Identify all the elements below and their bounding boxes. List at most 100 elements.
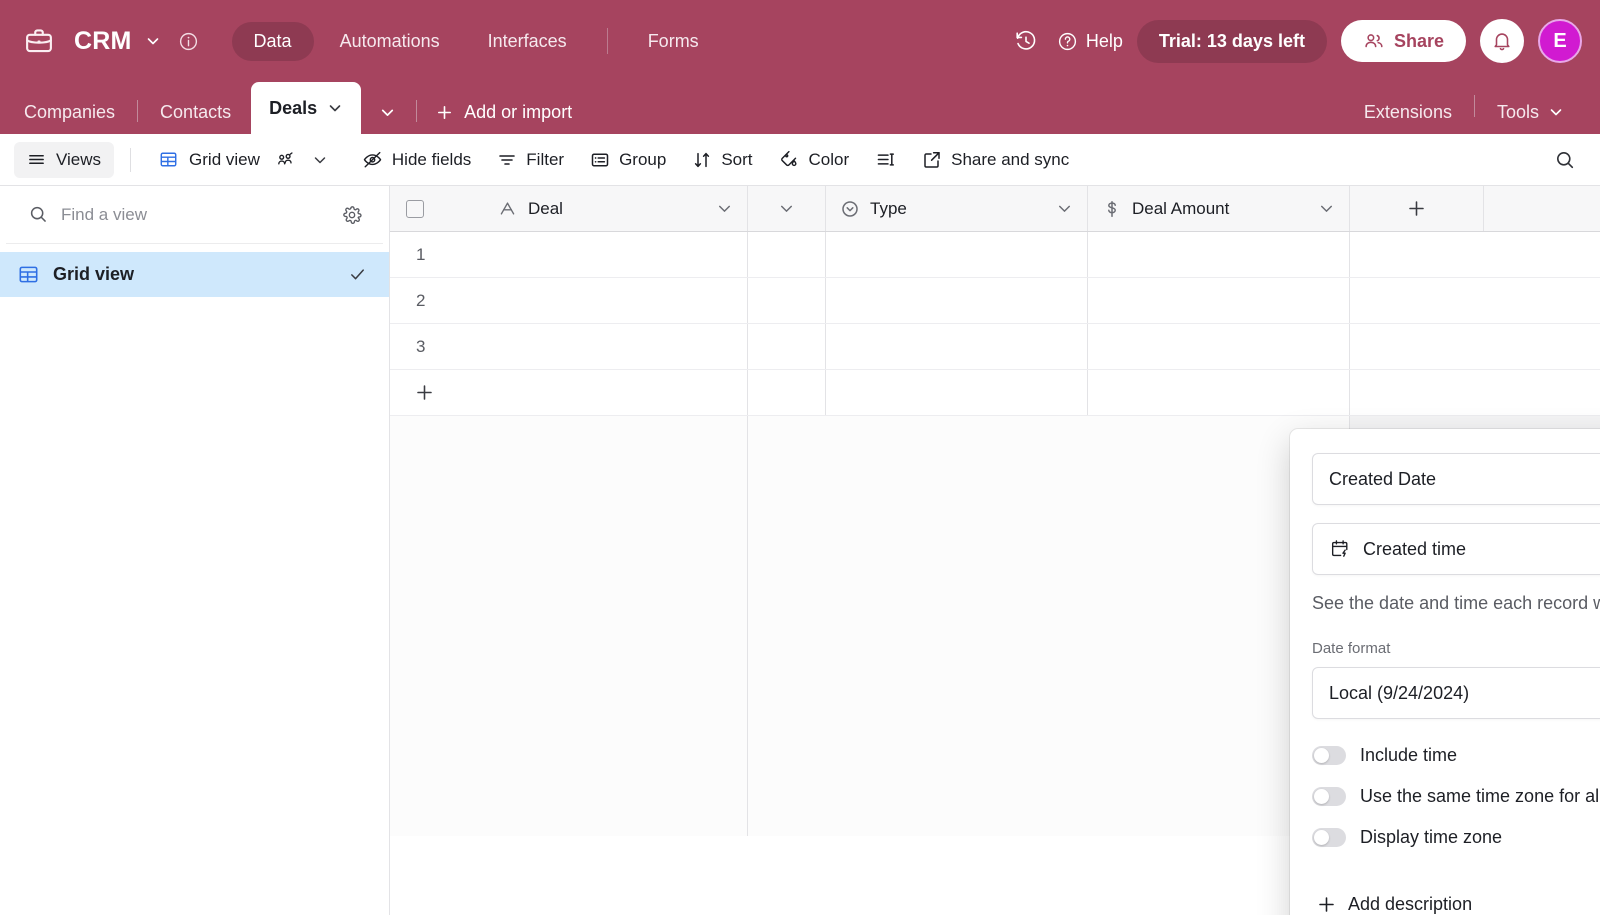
sidebar-item-label: Grid view [53, 264, 135, 284]
plus-icon [414, 382, 435, 403]
bell-icon [1491, 30, 1513, 52]
nav-tab-forms[interactable]: Forms [626, 22, 721, 61]
chevron-down-icon[interactable] [1318, 200, 1335, 217]
users-icon [1363, 30, 1385, 52]
field-name-input[interactable] [1312, 453, 1600, 505]
share-button[interactable]: Share [1340, 20, 1466, 62]
column-header-type[interactable]: Type [826, 186, 1088, 231]
row-cell-blank[interactable] [748, 278, 826, 323]
gear-icon[interactable] [341, 204, 363, 226]
add-description-label: Add description [1348, 894, 1473, 914]
toggle-include-time[interactable]: Include time [1312, 745, 1600, 766]
search-icon[interactable] [1544, 141, 1586, 179]
hide-fields-button[interactable]: Hide fields [350, 141, 483, 178]
add-or-import-button[interactable]: Add or import [419, 90, 588, 134]
dialog-footer: Add description Cancel Create field [1312, 880, 1600, 915]
extensions-button[interactable]: Extensions [1344, 90, 1472, 134]
field-type-select[interactable]: Created time [1312, 523, 1600, 575]
chevron-down-icon[interactable] [140, 28, 166, 54]
chevron-down-icon[interactable] [716, 200, 733, 217]
table-row[interactable]: 1 [390, 232, 1600, 278]
table-tab-divider-2 [416, 100, 418, 122]
plus-icon [1316, 894, 1337, 915]
row-cell-amount[interactable] [1088, 278, 1350, 323]
trial-badge[interactable]: Trial: 13 days left [1136, 19, 1327, 63]
nav-tab-automations[interactable]: Automations [318, 22, 462, 61]
row-cell-amount[interactable] [1088, 324, 1350, 369]
row-cell-blank[interactable] [748, 232, 826, 277]
column-label: Type [870, 198, 907, 218]
grid-empty-left [390, 416, 748, 836]
row-cell-type[interactable] [826, 278, 1088, 323]
column-header-blank[interactable] [748, 186, 826, 231]
share-and-sync-button[interactable]: Share and sync [910, 142, 1081, 178]
sort-icon [692, 150, 712, 170]
chevron-down-icon[interactable] [1056, 200, 1073, 217]
toggle-display-time-zone[interactable]: Display time zone [1312, 827, 1600, 848]
right-divider [1473, 95, 1475, 117]
table-overflow-chevron-down-icon[interactable] [361, 90, 414, 134]
people-icon[interactable] [275, 150, 295, 170]
toggle-switch[interactable] [1312, 828, 1346, 847]
date-format-select[interactable]: Local (9/24/2024) [1312, 667, 1600, 719]
color-button[interactable]: Color [767, 141, 862, 178]
share-label: Share [1393, 30, 1444, 51]
chevron-down-icon[interactable] [1548, 104, 1564, 120]
add-row-row[interactable] [390, 370, 1600, 416]
table-row[interactable]: 3 [390, 324, 1600, 370]
table-tab-deals[interactable]: Deals [251, 82, 362, 134]
field-type-description: See the date and time each record was cr… [1312, 593, 1600, 613]
checkbox-icon[interactable] [406, 199, 450, 218]
find-view-input[interactable] [61, 204, 329, 225]
table-tab-companies[interactable]: Companies [4, 90, 135, 134]
row-number: 3 [390, 324, 748, 369]
tools-button[interactable]: Tools [1477, 90, 1584, 134]
row-number: 2 [390, 278, 748, 323]
chevron-down-icon[interactable] [312, 152, 328, 168]
views-button[interactable]: Views [14, 141, 115, 178]
table-bar-right: Extensions Tools [1344, 90, 1600, 134]
column-header-deal-amount[interactable]: Deal Amount [1088, 186, 1350, 231]
row-cell-type[interactable] [826, 324, 1088, 369]
history-icon[interactable] [1009, 24, 1043, 58]
nav-tab-interfaces[interactable]: Interfaces [466, 22, 589, 61]
row-height-icon [875, 149, 896, 170]
search-icon [28, 204, 49, 225]
toggle-switch[interactable] [1312, 746, 1346, 765]
toggle-label: Use the same time zone for all collabora… [1360, 786, 1600, 806]
current-view-label: Grid view [189, 149, 260, 169]
row-cell-blank[interactable] [748, 324, 826, 369]
main-body: Grid view Deal [0, 186, 1600, 915]
add-field-button[interactable] [1350, 186, 1484, 231]
sort-button[interactable]: Sort [680, 142, 764, 178]
column-header-deal[interactable]: Deal [390, 186, 748, 231]
top-bar-right: Help Trial: 13 days left Share E [1009, 19, 1582, 63]
nav-tab-data[interactable]: Data [231, 21, 314, 61]
group-icon [590, 150, 610, 170]
group-button[interactable]: Group [578, 142, 678, 178]
add-or-import-label: Add or import [464, 101, 573, 122]
row-cell-amount[interactable] [1088, 232, 1350, 277]
sidebar-item-grid-view[interactable]: Grid view [0, 252, 389, 297]
help-button[interactable]: Help [1057, 31, 1123, 52]
row-cell-type[interactable] [826, 232, 1088, 277]
question-circle-icon [1057, 31, 1078, 52]
row-height-button[interactable] [863, 141, 908, 178]
chevron-down-icon[interactable] [778, 200, 795, 217]
add-row-button[interactable] [390, 370, 748, 415]
field-type-label: Created time [1363, 538, 1467, 559]
add-description-button[interactable]: Add description [1312, 888, 1476, 915]
filter-button[interactable]: Filter [485, 142, 576, 178]
briefcase-icon[interactable] [18, 20, 60, 62]
table-row[interactable]: 2 [390, 278, 1600, 324]
toggle-switch[interactable] [1312, 787, 1346, 806]
current-view-button[interactable]: Grid view [147, 142, 334, 178]
table-tab-contacts[interactable]: Contacts [140, 90, 251, 134]
notifications-button[interactable] [1480, 19, 1524, 63]
base-name[interactable]: CRM [74, 27, 132, 56]
toggle-same-time-zone[interactable]: Use the same time zone for all collabora… [1312, 786, 1600, 807]
avatar[interactable]: E [1538, 19, 1582, 63]
chevron-down-icon[interactable] [327, 100, 343, 116]
info-icon[interactable] [174, 26, 204, 56]
view-toolbar: Views Grid view Hide fields Filter Group… [0, 134, 1600, 186]
